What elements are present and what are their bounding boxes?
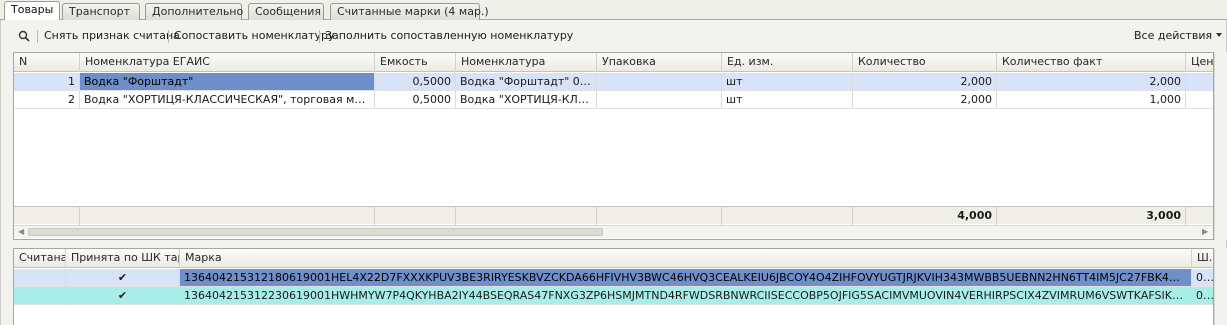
marks-table-header: Считана Принята по ШК тары Марка Ш.: [14, 249, 1213, 268]
row-number: 1: [14, 73, 80, 91]
totals-blank: [14, 207, 80, 225]
checkmark-icon[interactable]: ✔: [66, 269, 180, 287]
col-unit[interactable]: Ед. изм.: [722, 53, 853, 72]
tab-transport[interactable]: Транспорт: [62, 3, 140, 20]
all-actions-menu[interactable]: Все действия: [1134, 28, 1223, 44]
qty-fact-cell[interactable]: 2,000: [997, 73, 1186, 91]
totals-blank: [456, 207, 597, 225]
unit-cell[interactable]: шт: [722, 91, 853, 109]
marks-table: Считана Принята по ШК тары Марка Ш. ✔ 13…: [13, 248, 1214, 325]
tab-read-marks[interactable]: Считанные марки (4 мар.): [330, 3, 489, 20]
unit-cell[interactable]: шт: [722, 73, 853, 91]
toolbar-separator: [319, 30, 320, 43]
totals-blank: [1186, 207, 1213, 225]
col-accepted[interactable]: Принята по ШК тары: [66, 249, 180, 268]
totals-row: 4,000 3,000: [14, 206, 1213, 225]
table-row[interactable]: ✔ 136404215312180619001HEL4X22D7FXXXKPUV…: [14, 269, 1213, 287]
row-number: 2: [14, 91, 80, 109]
scroll-thumb[interactable]: [28, 228, 603, 236]
col-qty[interactable]: Количество: [853, 53, 997, 72]
match-nomenclature-button[interactable]: Сопоставить номенклатуру: [174, 28, 335, 44]
capacity-cell[interactable]: 0,5000: [375, 73, 456, 91]
col-mark[interactable]: Марка: [180, 249, 1192, 268]
qty-cell[interactable]: 2,000: [853, 91, 997, 109]
totals-blank: [80, 207, 375, 225]
tab-goods[interactable]: Товары: [4, 1, 60, 21]
col-n[interactable]: N: [14, 53, 80, 72]
goods-table: N Номенклатура ЕГАИС Емкость Номенклатур…: [13, 52, 1214, 240]
toolbar: Снять признак считана Сопоставить номенк…: [1, 26, 1226, 46]
egais-cell[interactable]: Водка "Форштадт": [80, 73, 375, 91]
all-actions-label: Все действия: [1134, 29, 1213, 42]
magnifier-icon[interactable]: [18, 30, 30, 42]
col-nomenclature[interactable]: Номенклатура: [456, 53, 597, 72]
table-row[interactable]: 2 Водка "ХОРТИЦЯ-КЛАССИЧЕСКАЯ", торговая…: [14, 91, 1213, 109]
mark-cell[interactable]: 136404215312230619001HWHMYW7P4QKYHBA2IY4…: [180, 287, 1192, 305]
goods-panel: Снять признак считана Сопоставить номенк…: [0, 20, 1227, 325]
read-cell[interactable]: [14, 287, 66, 305]
total-qty-fact: 3,000: [997, 207, 1186, 225]
vertical-scrollbar[interactable]: [1214, 52, 1227, 240]
capacity-cell[interactable]: 0,5000: [375, 91, 456, 109]
sh-cell[interactable]: 0...: [1192, 269, 1213, 287]
price-cell[interactable]: [1186, 73, 1213, 91]
chevron-down-icon: [1216, 33, 1223, 37]
totals-blank: [722, 207, 853, 225]
col-qty-fact[interactable]: Количество факт: [997, 53, 1186, 72]
mark-cell[interactable]: 136404215312180619001HEL4X22D7FXXXKPUV3B…: [180, 269, 1192, 287]
col-sh[interactable]: Ш.: [1192, 249, 1213, 268]
scroll-right-icon[interactable]: ▶: [1202, 227, 1208, 236]
col-capacity[interactable]: Емкость: [375, 53, 456, 72]
table-row[interactable]: 1 Водка "Форштадт" 0,5000 Водка "Форштад…: [14, 73, 1213, 91]
vertical-scrollbar[interactable]: [1214, 248, 1227, 325]
fill-matched-button[interactable]: Заполнить сопоставленную номенклатуру: [325, 28, 573, 44]
tab-messages[interactable]: Сообщения: [248, 3, 324, 20]
nomenclature-cell[interactable]: Водка "ХОРТИЦЯ-КЛАС...: [456, 91, 597, 109]
totals-blank: [597, 207, 722, 225]
checkmark-icon[interactable]: ✔: [66, 287, 180, 305]
nomenclature-cell[interactable]: Водка "Форштадт" 0,5 л...: [456, 73, 597, 91]
package-cell[interactable]: [597, 73, 722, 91]
read-cell[interactable]: [14, 269, 66, 287]
col-read[interactable]: Считана: [14, 249, 66, 268]
table-row[interactable]: ✔ 136404215312230619001HWHMYW7P4QKYHBA2I…: [14, 287, 1213, 305]
qty-cell[interactable]: 2,000: [853, 73, 997, 91]
total-qty: 4,000: [853, 207, 997, 225]
horizontal-scrollbar[interactable]: ◀ ▶: [14, 225, 1213, 238]
egais-cell[interactable]: Водка "ХОРТИЦЯ-КЛАССИЧЕСКАЯ", торговая м…: [80, 91, 375, 109]
col-egais[interactable]: Номенклатура ЕГАИС: [80, 53, 375, 72]
totals-blank: [375, 207, 456, 225]
toolbar-separator: [37, 30, 38, 43]
tab-strip: Товары Транспорт Дополнительно Сообщения…: [0, 0, 1227, 21]
toolbar-separator: [168, 30, 169, 43]
scroll-left-icon[interactable]: ◀: [18, 227, 24, 236]
tab-additional[interactable]: Дополнительно: [145, 3, 243, 20]
price-cell[interactable]: [1186, 91, 1213, 109]
clear-read-flag-button[interactable]: Снять признак считана: [44, 28, 180, 44]
col-price[interactable]: Цена: [1186, 53, 1213, 72]
sh-cell[interactable]: 0...: [1192, 287, 1213, 305]
package-cell[interactable]: [597, 91, 722, 109]
col-package[interactable]: Упаковка: [597, 53, 722, 72]
qty-fact-cell[interactable]: 1,000: [997, 91, 1186, 109]
table-header: N Номенклатура ЕГАИС Емкость Номенклатур…: [14, 53, 1213, 72]
